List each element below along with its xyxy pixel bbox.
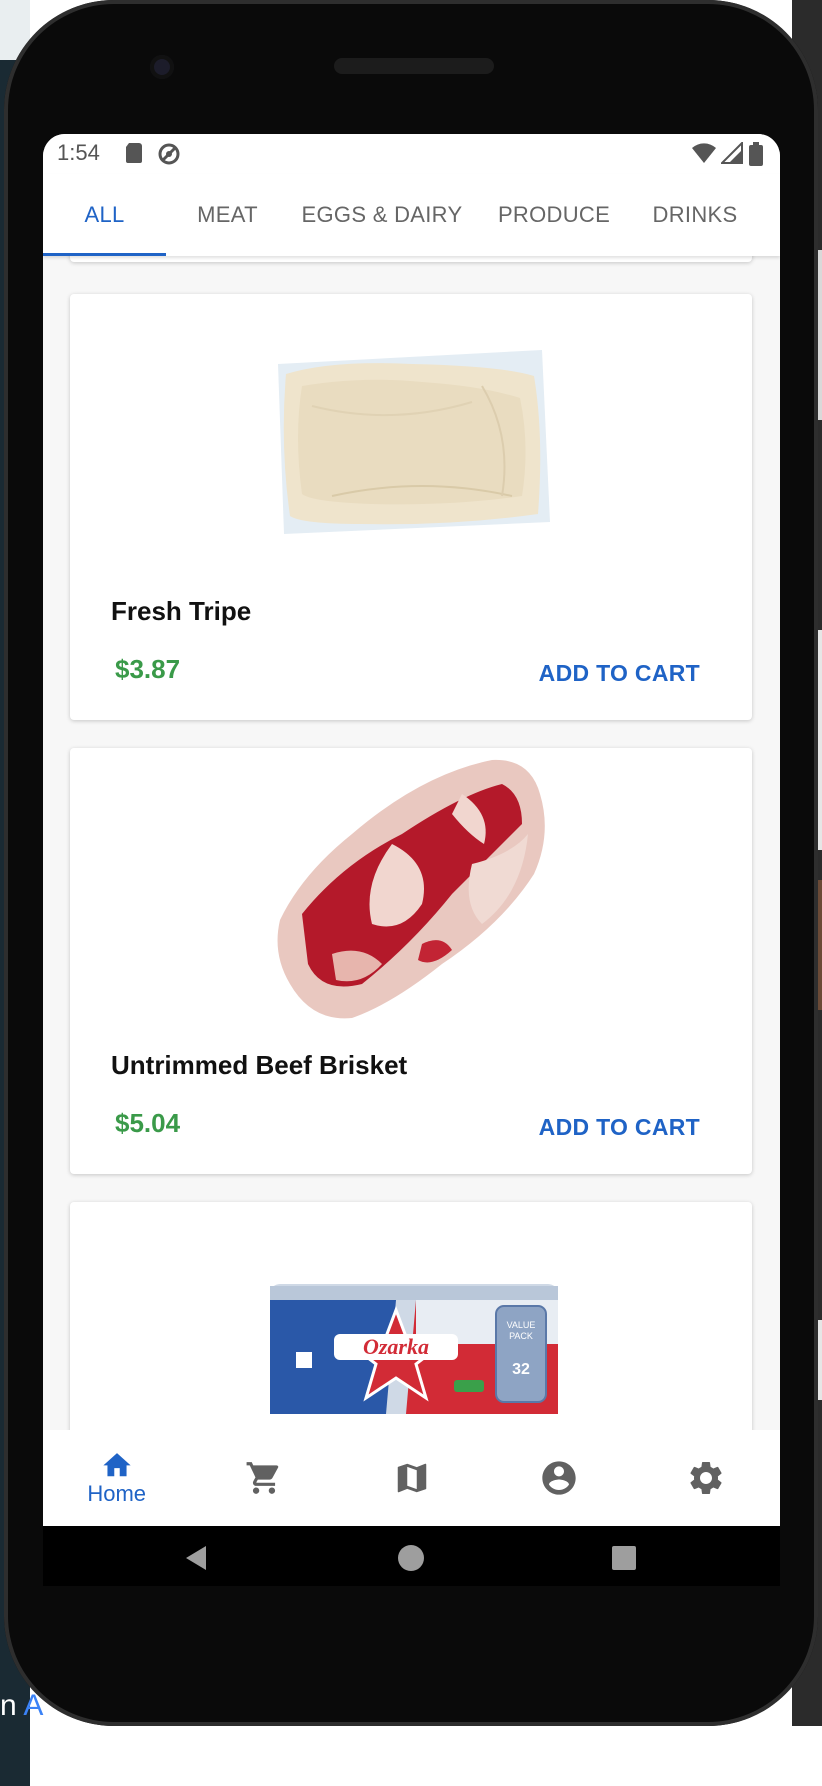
- battery-icon: [749, 142, 763, 166]
- home-icon: [103, 1453, 131, 1477]
- svg-text:VALUE: VALUE: [507, 1320, 536, 1330]
- product-list: Fresh Tripe $3.87 ADD TO CART Untrimmed …: [43, 256, 780, 1564]
- nav-account[interactable]: [485, 1430, 632, 1526]
- tab-meat[interactable]: MEAT: [166, 174, 289, 256]
- map-icon: [397, 1463, 426, 1493]
- nav-home-label: Home: [87, 1481, 147, 1506]
- product-title: Untrimmed Beef Brisket: [111, 1050, 408, 1080]
- add-to-cart-button[interactable]: ADD TO CART: [539, 660, 700, 687]
- status-time: 1:54: [57, 140, 100, 165]
- product-price: $5.04: [115, 1108, 181, 1138]
- nav-home[interactable]: Home: [43, 1430, 190, 1526]
- system-navigation-bar: [43, 1526, 780, 1586]
- nav-map[interactable]: [338, 1430, 485, 1526]
- app-screen: 1:54 ALL MEAT EGGS & DAIRY PRODUCE DRINK…: [43, 134, 780, 1586]
- product-card: Untrimmed Beef Brisket $5.04 ADD TO CART: [70, 748, 752, 1174]
- bottom-navigation: Home: [43, 1430, 780, 1526]
- front-camera: [150, 55, 174, 79]
- tab-eggs-dairy[interactable]: EGGS & DAIRY: [289, 174, 475, 256]
- wifi-icon: [692, 143, 716, 163]
- tab-all[interactable]: ALL: [43, 174, 166, 256]
- tripe-image: [278, 350, 550, 534]
- product-title: Fresh Tripe: [111, 596, 252, 626]
- status-bar: 1:54: [43, 134, 780, 174]
- settings-icon: [690, 1462, 722, 1494]
- nav-settings[interactable]: [633, 1430, 780, 1526]
- cellular-signal-icon: [721, 142, 743, 164]
- recents-icon[interactable]: [611, 1545, 637, 1571]
- tab-drinks[interactable]: DRINKS: [633, 174, 757, 256]
- earpiece-speaker: [334, 58, 494, 74]
- tab-produce[interactable]: PRODUCE: [475, 174, 633, 256]
- background-text-fragment: n A: [0, 1689, 44, 1722]
- product-card: Fresh Tripe $3.87 ADD TO CART: [70, 294, 752, 720]
- brisket-image: [277, 759, 545, 1019]
- svg-text:PACK: PACK: [509, 1331, 533, 1341]
- ozarka-water-image: Ozarka VALUE PACK 32: [270, 1284, 558, 1414]
- sd-card-icon: [126, 143, 142, 163]
- home-button-icon[interactable]: [397, 1544, 425, 1572]
- nav-cart[interactable]: [190, 1430, 337, 1526]
- svg-text:Ozarka: Ozarka: [363, 1334, 429, 1359]
- back-icon[interactable]: [184, 1544, 208, 1572]
- product-card: [70, 256, 752, 262]
- add-to-cart-button[interactable]: ADD TO CART: [539, 1114, 700, 1141]
- svg-text:32: 32: [512, 1361, 530, 1378]
- account-icon: [542, 1461, 576, 1495]
- category-tabs: ALL MEAT EGGS & DAIRY PRODUCE DRINKS: [43, 174, 780, 256]
- product-price: $3.87: [115, 654, 181, 684]
- cart-icon: [246, 1462, 279, 1494]
- phone-frame: 1:54 ALL MEAT EGGS & DAIRY PRODUCE DRINK…: [4, 0, 818, 1726]
- sync-icon: [158, 143, 180, 165]
